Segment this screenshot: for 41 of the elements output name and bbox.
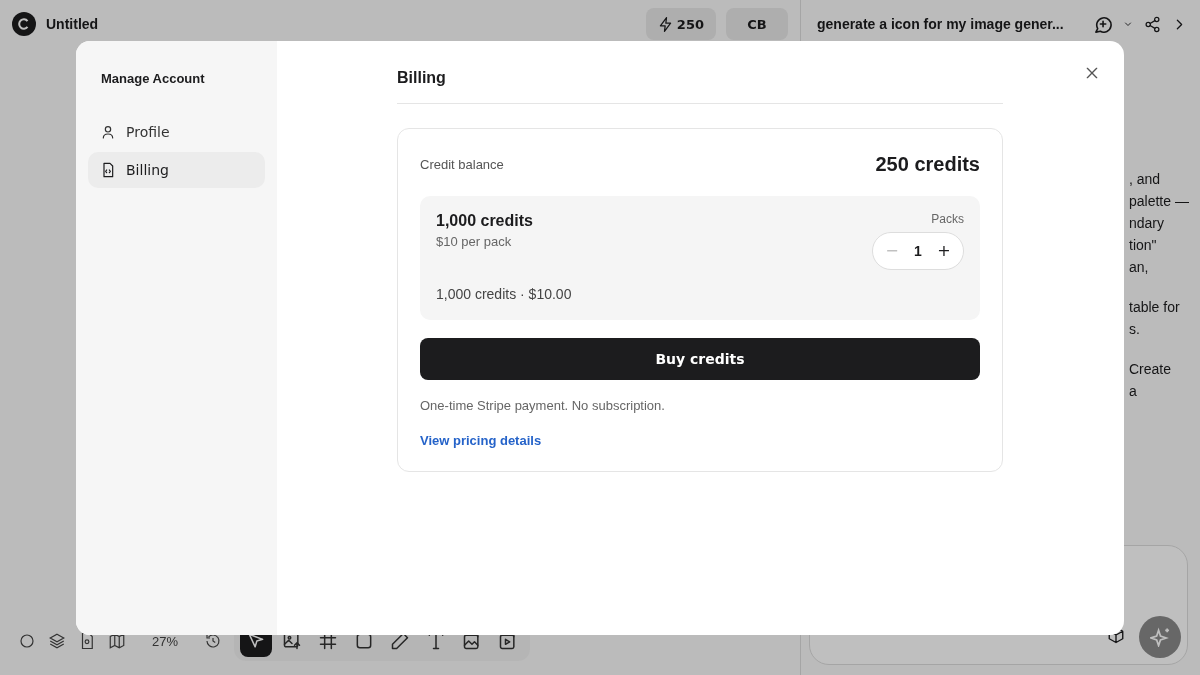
- circle-icon[interactable]: [18, 632, 36, 650]
- message-text: tion": [1129, 236, 1158, 255]
- sidebar-item[interactable]: Billing: [88, 151, 265, 188]
- person-icon: [100, 123, 116, 140]
- chat-plus-icon: [1095, 15, 1112, 33]
- message-text: Create: [1129, 360, 1173, 379]
- quantity-value: 1: [913, 242, 923, 259]
- increment-button[interactable]: +: [931, 241, 957, 260]
- logo-icon: [12, 12, 36, 36]
- buy-button[interactable]: Buy credits: [420, 337, 980, 380]
- credits-button[interactable]: 250: [645, 8, 716, 40]
- sparkle-icon: [1150, 627, 1170, 647]
- message-text: an,: [1129, 258, 1150, 277]
- pricing-link[interactable]: View pricing details: [420, 432, 542, 448]
- map-icon[interactable]: [108, 632, 126, 650]
- share-icon: [1144, 15, 1161, 33]
- layers-icon[interactable]: [48, 632, 66, 650]
- document-title: Untitled: [46, 16, 100, 32]
- sidebar-item[interactable]: Profile: [88, 113, 265, 150]
- message-text: s.: [1129, 320, 1141, 339]
- lightning-icon: [657, 16, 673, 32]
- chat-title: generate a icon for my image gener...: [817, 16, 1065, 32]
- payment-note: One-time Stripe payment. No subscription.: [420, 397, 666, 413]
- sidebar-title: Manage Account: [100, 70, 206, 86]
- message-text: a: [1129, 382, 1138, 401]
- message-text: ndary: [1129, 214, 1166, 233]
- avatar-button[interactable]: CB: [726, 8, 788, 40]
- page-heading: Billing: [397, 68, 1003, 104]
- message-text: , and: [1129, 170, 1162, 189]
- pack-price: $10 per pack: [436, 233, 513, 249]
- balance-value: 250 credits: [875, 152, 980, 176]
- sparkle-button[interactable]: [1139, 616, 1181, 658]
- message-text: palette —: [1129, 192, 1188, 211]
- balance-label: Credit balance: [420, 156, 504, 172]
- packs-label: Packs: [931, 211, 964, 226]
- message-text: table for: [1129, 298, 1181, 317]
- history-icon[interactable]: [204, 632, 223, 650]
- order-summary: 1,000 credits · $10.00: [436, 285, 573, 302]
- document-icon: [100, 161, 116, 178]
- zoom-level[interactable]: 27%: [152, 633, 179, 649]
- pack-title: 1,000 credits: [436, 211, 533, 230]
